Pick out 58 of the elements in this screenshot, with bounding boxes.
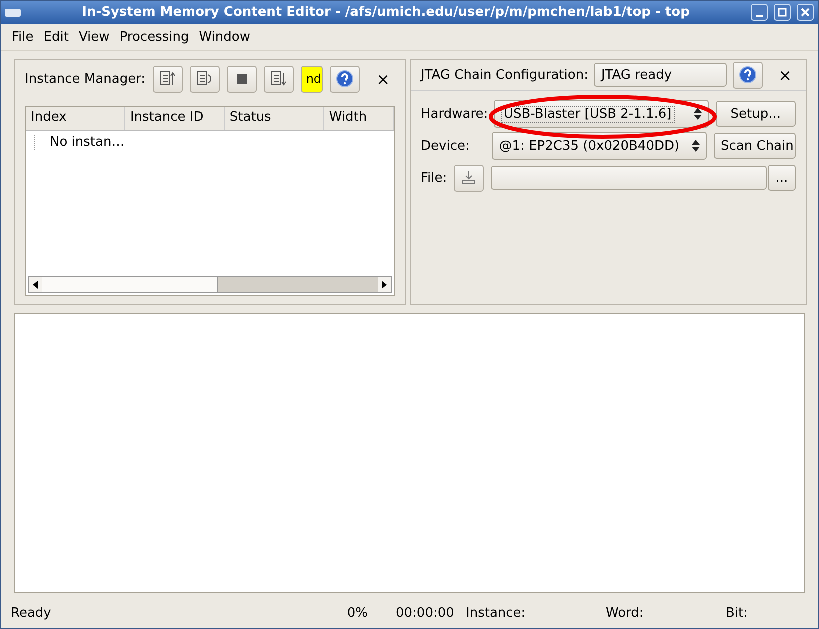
- document-refresh-icon: [196, 71, 213, 87]
- left-arrow-icon: [33, 280, 38, 288]
- column-header[interactable]: Instance ID: [125, 107, 225, 130]
- toolbar-button[interactable]: [152, 66, 183, 92]
- document-down-icon: [270, 71, 287, 87]
- setup-button[interactable]: Setup...: [716, 101, 796, 127]
- help-icon: [738, 66, 757, 84]
- status-text: 0%: [346, 606, 369, 620]
- right-arrow-icon: [382, 280, 387, 288]
- menu-item[interactable]: Processing: [114, 28, 194, 46]
- toolbar-button[interactable]: [264, 66, 294, 92]
- toolbar-button[interactable]: [226, 66, 257, 92]
- download-icon: [461, 170, 478, 186]
- status-text: 00:00:00: [396, 606, 456, 620]
- toolbar-button[interactable]: nd: [300, 66, 323, 92]
- status-text: Ready: [11, 606, 52, 620]
- stop-icon: [236, 74, 247, 84]
- status-text: Word:: [606, 606, 645, 620]
- program-button[interactable]: [454, 164, 484, 192]
- device-dropdown[interactable]: @1: EP2C35 (0x020B40DD): [492, 132, 707, 160]
- hardware-dropdown[interactable]: USB-Blaster [USB 2-1.1.6]: [494, 100, 709, 128]
- close-button[interactable]: ×: [774, 66, 796, 84]
- close-icon: [801, 8, 810, 17]
- close-button[interactable]: ×: [372, 70, 394, 88]
- minimize-icon: [756, 15, 763, 17]
- scan-chain-button[interactable]: Scan Chain: [714, 133, 796, 159]
- tree-item[interactable]: No instan…: [34, 135, 125, 150]
- field-label: Device:: [421, 138, 471, 154]
- column-header[interactable]: Index: [26, 107, 126, 130]
- app-icon: [5, 8, 21, 16]
- horizontal-scrollbar[interactable]: [28, 276, 392, 293]
- maximize-button[interactable]: [774, 4, 791, 21]
- menu-item[interactable]: View: [74, 28, 115, 46]
- close-button[interactable]: [797, 4, 814, 21]
- menu-item[interactable]: Edit: [38, 28, 74, 46]
- document-up-icon: [160, 71, 176, 87]
- status-text: Instance:: [466, 606, 527, 620]
- toolbar-button[interactable]: [330, 66, 360, 92]
- panel-label: Instance Manager:: [25, 72, 146, 86]
- help-icon: [336, 70, 354, 88]
- menu-item[interactable]: File: [7, 28, 39, 46]
- minimize-button[interactable]: [751, 4, 768, 21]
- menu-item[interactable]: Window: [194, 28, 256, 46]
- column-header[interactable]: Status: [224, 107, 324, 130]
- file-field[interactable]: [491, 166, 767, 190]
- column-header[interactable]: Width: [324, 107, 394, 130]
- spinner-arrows-icon: [694, 108, 702, 120]
- spinner-arrows-icon: [692, 140, 700, 152]
- help-button[interactable]: [732, 62, 763, 88]
- field-label: File:: [421, 170, 448, 186]
- window-title: In-System Memory Content Editor - /afs/umich.edu/user/p/m/pmchen/lab1/top - top: [81, 5, 691, 20]
- status-text: Bit:: [726, 606, 750, 620]
- panel-label: JTAG Chain Configuration:: [421, 68, 588, 82]
- browse-button[interactable]: ...: [768, 165, 796, 191]
- status-field: JTAG ready: [594, 63, 727, 87]
- field-label: Hardware:: [421, 106, 487, 122]
- maximize-icon: [778, 8, 787, 17]
- toolbar-button[interactable]: [190, 66, 220, 92]
